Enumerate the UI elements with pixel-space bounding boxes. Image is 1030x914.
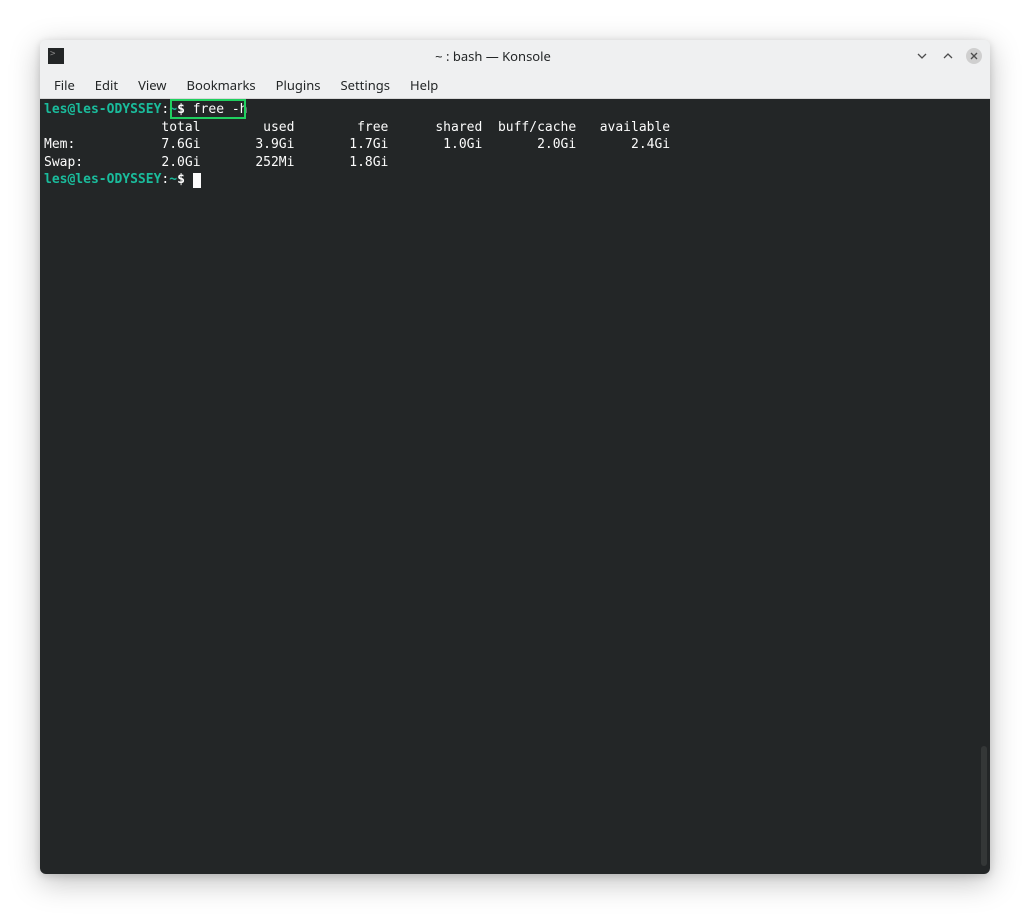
- prompt2-user-host: les@les-ODYSSEY: [44, 172, 161, 187]
- titlebar[interactable]: ~ : bash — Konsole: [40, 40, 990, 72]
- minimize-button[interactable]: [914, 48, 930, 64]
- menu-file[interactable]: File: [44, 72, 85, 98]
- konsole-window: ~ : bash — Konsole File Edit View Bookma…: [40, 40, 990, 874]
- output-row-0: Mem: 7.6Gi 3.9Gi 1.7Gi 1.0Gi 2.0Gi 2.4Gi: [44, 137, 670, 152]
- menu-plugins[interactable]: Plugins: [266, 72, 331, 98]
- output-row-1: Swap: 2.0Gi 252Mi 1.8Gi: [44, 155, 670, 170]
- prompt2-dollar: $: [177, 172, 193, 187]
- menu-help[interactable]: Help: [400, 72, 448, 98]
- maximize-button[interactable]: [940, 48, 956, 64]
- prompt-user-host: les@les-ODYSSEY: [44, 102, 161, 117]
- prompt2-path: ~: [169, 172, 177, 187]
- menu-view[interactable]: View: [128, 72, 176, 98]
- menu-settings[interactable]: Settings: [331, 72, 400, 98]
- scrollbar[interactable]: [981, 746, 987, 866]
- terminal-area[interactable]: les@les-ODYSSEY:~$ free -h total used fr…: [40, 99, 990, 874]
- menu-edit[interactable]: Edit: [85, 72, 128, 98]
- command-text: free -h: [193, 102, 248, 117]
- menu-bookmarks[interactable]: Bookmarks: [177, 72, 266, 98]
- window-controls: [914, 48, 982, 64]
- prompt-dollar: $: [177, 102, 193, 117]
- menubar: File Edit View Bookmarks Plugins Setting…: [40, 72, 990, 99]
- app-icon: [48, 48, 64, 64]
- output-header: total used free shared buff/cache availa…: [44, 120, 670, 135]
- terminal-cursor: [193, 173, 201, 188]
- window-title: ~ : bash — Konsole: [72, 47, 914, 65]
- close-button[interactable]: [966, 48, 982, 64]
- prompt-path: ~: [169, 102, 177, 117]
